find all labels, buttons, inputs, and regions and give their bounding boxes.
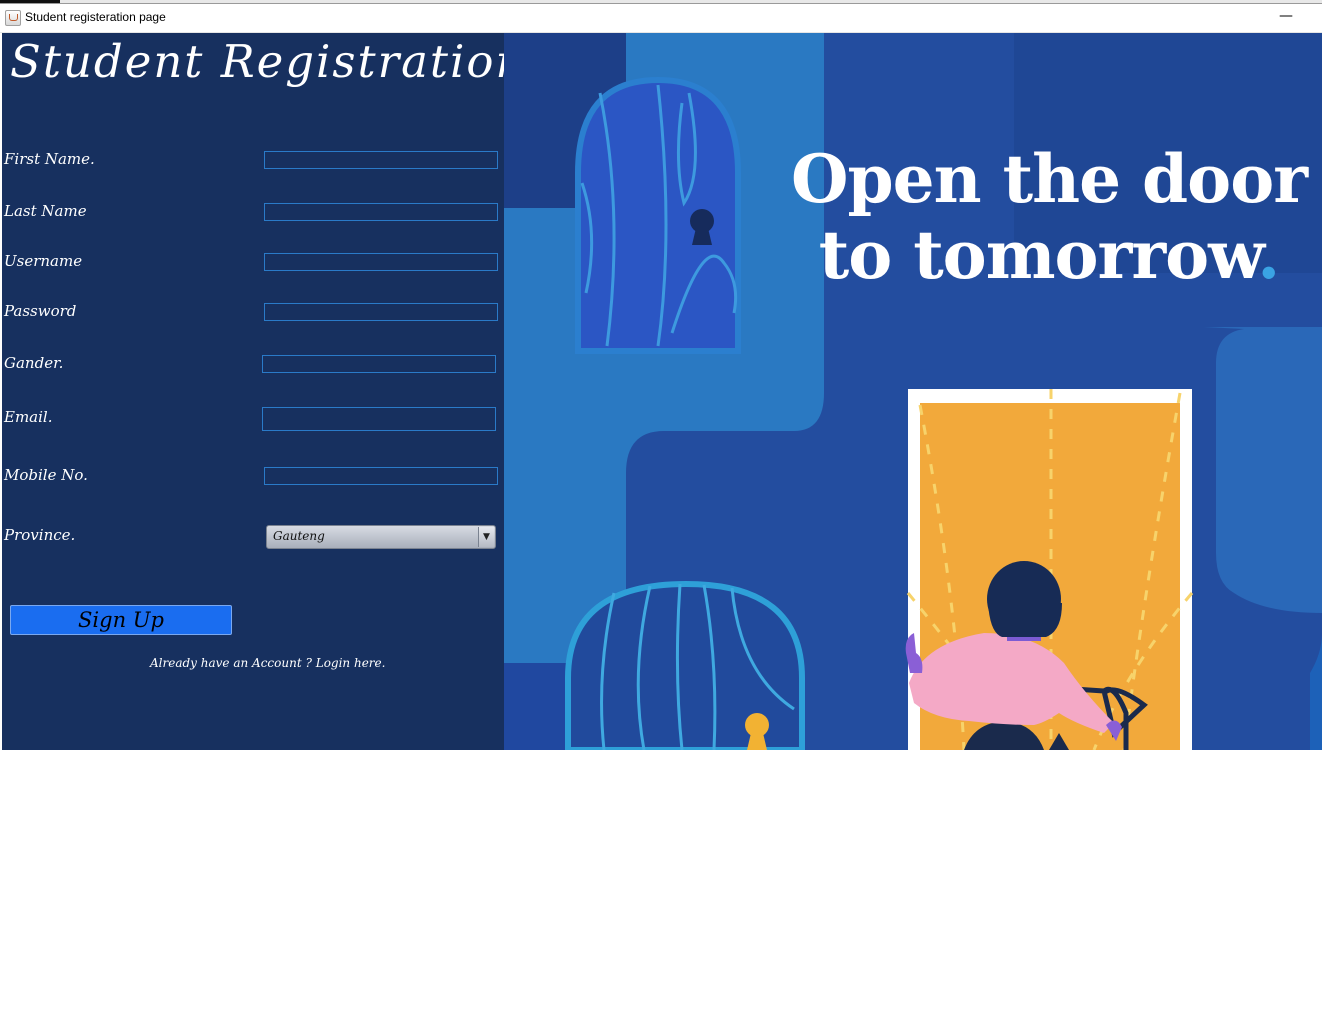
- form-heading: Student Registration: [10, 35, 527, 88]
- mobile-input[interactable]: [264, 467, 498, 485]
- registration-panel: Student Registration First Name. Last Na…: [2, 33, 524, 750]
- headline-line-2: to tomorrow: [818, 216, 1259, 294]
- login-link[interactable]: Already have an Account ? Login here.: [150, 656, 385, 670]
- last-name-input[interactable]: [264, 203, 498, 221]
- sign-up-button[interactable]: Sign Up: [10, 605, 232, 635]
- province-value: Gauteng: [273, 529, 325, 543]
- email-label: Email.: [4, 408, 53, 426]
- headline-line-1: Open the door: [791, 140, 1308, 218]
- app-window: Student Registration First Name. Last Na…: [2, 33, 1322, 750]
- gender-label: Gander.: [4, 354, 64, 372]
- java-app-icon: [5, 10, 21, 26]
- headline-dot: .: [1257, 216, 1280, 294]
- password-label: Password: [4, 302, 77, 320]
- banner-image: Open the door to tomorrow.: [504, 33, 1322, 750]
- email-input[interactable]: [262, 407, 496, 431]
- window-title: Student registeration page: [25, 10, 166, 24]
- dropdown-arrow-icon[interactable]: ▼: [478, 527, 494, 547]
- username-input[interactable]: [264, 253, 498, 271]
- province-select[interactable]: Gauteng ▼: [266, 525, 496, 549]
- window-titlebar: Student registeration page —: [0, 4, 1322, 33]
- last-name-label: Last Name: [4, 202, 87, 220]
- gender-input[interactable]: [262, 355, 496, 373]
- password-input[interactable]: [264, 303, 498, 321]
- minimize-button[interactable]: —: [1268, 6, 1304, 28]
- first-name-label: First Name.: [4, 150, 95, 168]
- username-label: Username: [4, 252, 83, 270]
- first-name-input[interactable]: [264, 151, 498, 169]
- province-label: Province.: [4, 526, 76, 544]
- banner-headline: Open the door to tomorrow.: [784, 141, 1314, 293]
- mobile-label: Mobile No.: [4, 466, 88, 484]
